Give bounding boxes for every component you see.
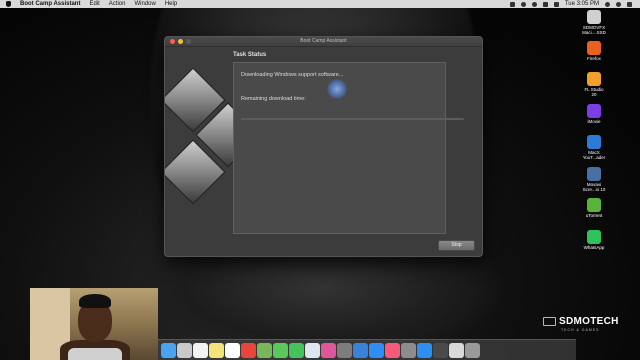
desktop-icon-utorrent[interactable]: uTorrent bbox=[574, 198, 614, 218]
cursor-highlight bbox=[327, 79, 347, 99]
apple-menu-icon[interactable] bbox=[6, 1, 11, 7]
minimize-icon[interactable] bbox=[178, 39, 183, 44]
messages-icon[interactable] bbox=[273, 342, 288, 358]
menu-help[interactable]: Help bbox=[165, 1, 177, 7]
notes-icon[interactable] bbox=[209, 342, 224, 358]
itunes-icon[interactable] bbox=[321, 342, 336, 358]
stop-button[interactable]: Stop bbox=[438, 240, 475, 251]
bluetooth-icon[interactable] bbox=[520, 1, 526, 7]
desktop-icon-whatsapp[interactable]: WhatsApp bbox=[574, 230, 614, 250]
photos-icon[interactable] bbox=[225, 342, 240, 358]
finder-icon[interactable] bbox=[161, 342, 176, 358]
boot-camp-window: Boot Camp Assistant Task Status Download… bbox=[164, 36, 483, 257]
music-icon[interactable] bbox=[385, 342, 400, 358]
app-store-icon[interactable] bbox=[369, 342, 384, 358]
movavi-icon bbox=[587, 167, 601, 181]
facetime-icon[interactable] bbox=[289, 342, 304, 358]
menu-bar: Boot Camp Assistant Edit Action Window H… bbox=[0, 0, 640, 8]
desktop-icon-imovie[interactable]: iMovie bbox=[574, 104, 614, 124]
utorrent-icon bbox=[587, 198, 601, 212]
dock bbox=[158, 339, 576, 360]
file-icon[interactable] bbox=[449, 342, 464, 358]
window-titlebar[interactable]: Boot Camp Assistant bbox=[165, 37, 482, 47]
sdmotech-watermark: SDMOTECH TECH & GAMES bbox=[543, 316, 619, 332]
watermark-name: SDMOTECH bbox=[559, 316, 619, 327]
notification-center-icon[interactable] bbox=[627, 1, 632, 7]
task-status-heading: Task Status bbox=[233, 52, 267, 58]
download-progress-bar bbox=[241, 118, 464, 120]
screen-mirror-icon[interactable] bbox=[509, 1, 515, 7]
menu-window[interactable]: Window bbox=[134, 1, 155, 7]
menubar-clock[interactable]: Tue 3:05 PM bbox=[565, 1, 599, 7]
battery-icon[interactable] bbox=[542, 1, 548, 7]
firefox-icon bbox=[587, 41, 601, 55]
maps-icon[interactable] bbox=[257, 342, 272, 358]
menu-edit[interactable]: Edit bbox=[89, 1, 99, 7]
desktop-icon-label: MacX YouT...ader bbox=[582, 150, 606, 160]
laptop-logo-icon bbox=[543, 317, 556, 326]
desktop-icon-macx[interactable]: MacX YouT...ader bbox=[574, 135, 614, 160]
keynote-icon[interactable] bbox=[353, 342, 368, 358]
menu-app-name[interactable]: Boot Camp Assistant bbox=[20, 1, 80, 7]
desktop-icon-label: Movavi Scre...io 10 bbox=[582, 182, 606, 192]
trash-icon[interactable] bbox=[465, 342, 480, 358]
status-text: Downloading Windows support software... bbox=[241, 72, 344, 78]
photo-booth-icon[interactable] bbox=[337, 342, 352, 358]
preview-icon[interactable] bbox=[305, 342, 320, 358]
search-icon[interactable] bbox=[605, 1, 610, 7]
remaining-time-label: Remaining download time: bbox=[241, 96, 306, 102]
window-title: Boot Camp Assistant bbox=[300, 38, 347, 44]
zoom-icon[interactable] bbox=[186, 39, 191, 44]
macx-icon bbox=[587, 135, 601, 149]
webcam-overlay bbox=[30, 288, 158, 360]
desktop-icon-drive[interactable]: SDMOVFX Maci....SSD bbox=[574, 10, 614, 35]
desktop-icon-firefox[interactable]: Firefox bbox=[574, 41, 614, 61]
desktop-icon-label: WhatsApp bbox=[583, 245, 605, 250]
desktop-icon-label: FL Studio 20 bbox=[584, 87, 604, 97]
siri-icon[interactable] bbox=[616, 1, 621, 7]
desktop-icon-label: iMovie bbox=[587, 119, 601, 124]
volume-icon[interactable] bbox=[553, 1, 559, 7]
drive-icon bbox=[587, 10, 601, 24]
desktop-icon-fl-studio[interactable]: FL Studio 20 bbox=[574, 72, 614, 97]
fl-studio-icon bbox=[587, 72, 601, 86]
desktop-icon-label: Firefox bbox=[587, 56, 601, 61]
whatsapp-icon bbox=[587, 230, 601, 244]
close-icon[interactable] bbox=[170, 39, 175, 44]
system-preferences-icon[interactable] bbox=[401, 342, 416, 358]
launchpad-icon[interactable] bbox=[177, 342, 192, 358]
imovie-icon bbox=[587, 104, 601, 118]
safari-icon[interactable] bbox=[417, 342, 432, 358]
menu-action[interactable]: Action bbox=[109, 1, 126, 7]
desktop-icon-label: uTorrent bbox=[585, 213, 603, 218]
desktop-icon-label: SDMOVFX Maci....SSD bbox=[582, 25, 606, 35]
chrome-icon[interactable] bbox=[241, 342, 256, 358]
activity-icon[interactable] bbox=[433, 342, 448, 358]
watermark-tagline: TECH & GAMES bbox=[561, 328, 600, 332]
desktop-icon-movavi[interactable]: Movavi Scre...io 10 bbox=[574, 167, 614, 192]
wifi-icon[interactable] bbox=[531, 1, 537, 7]
calendar-icon[interactable] bbox=[193, 342, 208, 358]
